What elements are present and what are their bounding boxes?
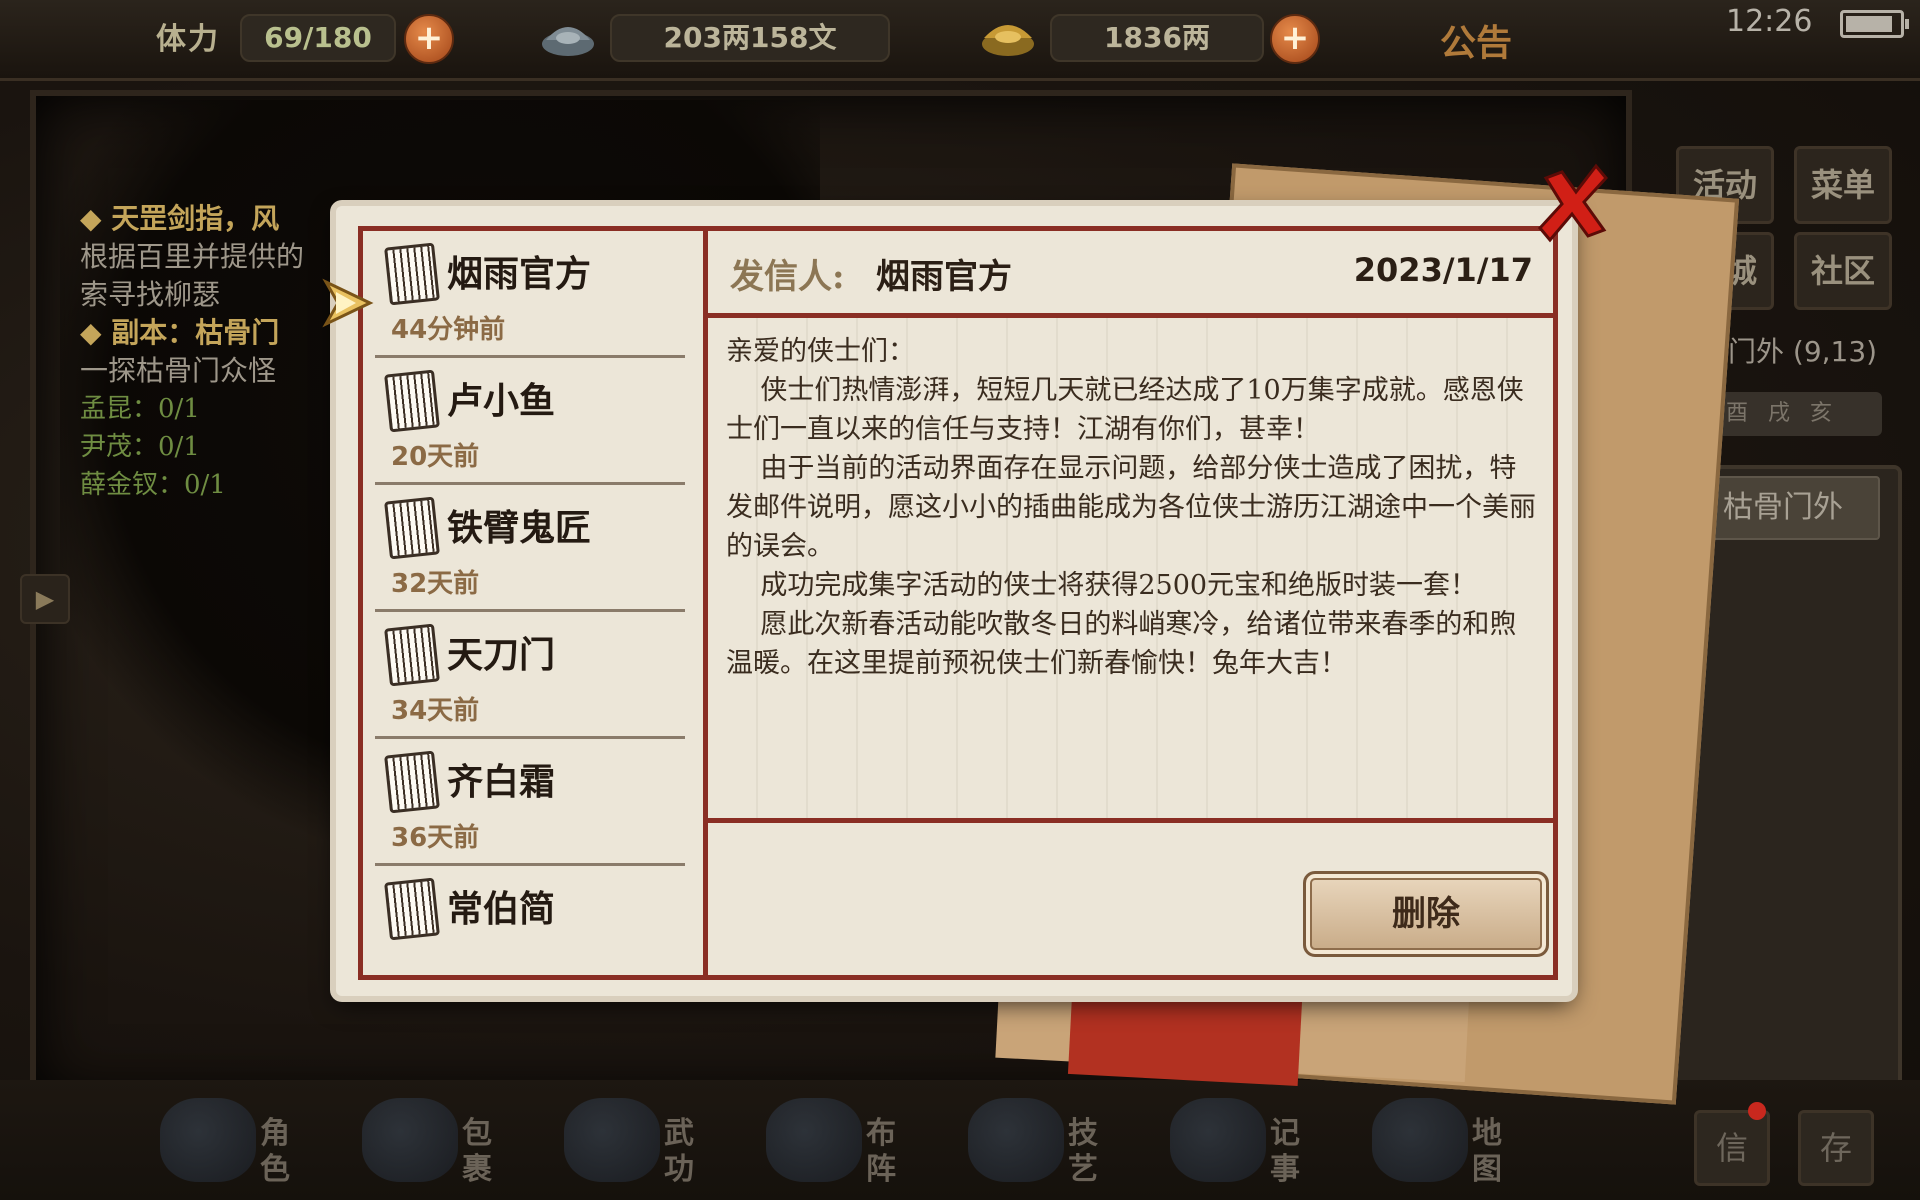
mail-sender: 天刀门	[447, 634, 556, 676]
letter-icon	[384, 623, 440, 687]
mail-sender: 常伯简	[447, 888, 556, 930]
letter-icon	[384, 750, 440, 814]
stamina-label: 体力	[156, 22, 220, 57]
gold-value: 1836两	[1050, 14, 1264, 62]
message-text: 亲爱的侠士们： 侠士们热情澎湃，短短几天就已经达成了10万集字成就。感恩侠士们一…	[726, 336, 1536, 679]
menu-button[interactable]: 菜单	[1794, 146, 1892, 224]
nav-label: 记事	[1270, 1116, 1300, 1187]
nav-label: 包裹	[462, 1116, 492, 1187]
sender-label: 发信人:	[730, 257, 845, 297]
journal-icon	[1170, 1098, 1266, 1182]
bag-icon	[362, 1098, 458, 1182]
nav-label: 布阵	[866, 1116, 896, 1187]
letter-icon	[384, 242, 440, 306]
add-gold-button[interactable]: +	[1270, 14, 1320, 64]
nav-character[interactable]: 角色	[140, 1084, 320, 1194]
notification-dot	[1748, 1102, 1766, 1120]
mail-time: 36天前	[391, 823, 480, 853]
delete-button[interactable]: 删除	[1303, 871, 1549, 957]
mail-time: 34天前	[391, 696, 480, 726]
message-header: 发信人: 烟雨官方 2023/1/17	[708, 231, 1553, 318]
mail-time: 32天前	[391, 569, 480, 599]
expand-panel-arrow-icon[interactable]: ▶	[20, 574, 70, 624]
letter-icon	[384, 877, 440, 941]
selection-arrow-icon	[322, 278, 374, 328]
formation-icon	[766, 1098, 862, 1182]
letter-icon	[384, 369, 440, 433]
message-body[interactable]: 亲爱的侠士们： 侠士们热情澎湃，短短几天就已经达成了10万集字成就。感恩侠士们一…	[708, 318, 1553, 823]
announcement-button[interactable]: 公告	[1440, 14, 1512, 66]
mail-list[interactable]: 烟雨官方 44分钟前 卢小鱼 20天前 铁臂鬼匠 32天前 天刀门 34天前 齐…	[363, 231, 708, 975]
character-icon	[160, 1098, 256, 1182]
mail-dialog: 烟雨官方 44分钟前 卢小鱼 20天前 铁臂鬼匠 32天前 天刀门 34天前 齐…	[336, 206, 1572, 996]
sender-name: 烟雨官方	[876, 257, 1012, 297]
paper-ribbon	[1067, 989, 1303, 1086]
save-button[interactable]: 存	[1798, 1110, 1874, 1186]
quest-line: 薛金钗：0/1	[80, 470, 226, 500]
nav-label: 角色	[260, 1116, 290, 1187]
stamina-value: 69/180	[240, 14, 396, 62]
quest-line: 一探枯骨门众怪	[80, 354, 277, 387]
clock: 12:26	[1726, 4, 1813, 39]
nav-label: 武功	[664, 1116, 694, 1187]
mail-list-item[interactable]: 铁臂鬼匠 32天前	[375, 485, 685, 612]
quest-line: ◆ 天罡剑指，风	[80, 202, 280, 235]
mail-dialog-frame: 烟雨官方 44分钟前 卢小鱼 20天前 铁臂鬼匠 32天前 天刀门 34天前 齐…	[358, 226, 1558, 980]
battery-icon	[1840, 10, 1909, 38]
letter-icon	[384, 496, 440, 560]
gold-ingot-icon	[982, 25, 1034, 56]
quest-line: 尹茂：0/1	[80, 432, 200, 462]
martial-arts-icon	[564, 1098, 660, 1182]
quest-tracker[interactable]: ◆ 天罡剑指，风 根据百里并提供的 索寻找柳瑟 ◆ 副本：枯骨门 一探枯骨门众怪…	[80, 200, 350, 504]
nav-map[interactable]: 地图	[1352, 1084, 1532, 1194]
quest-line: 索寻找柳瑟	[80, 278, 221, 311]
mail-list-item[interactable]: 齐白霜 36天前	[375, 739, 685, 866]
quest-line: 孟昆：0/1	[80, 394, 200, 424]
mail-time: 44分钟前	[391, 315, 506, 345]
nav-journal[interactable]: 记事	[1150, 1084, 1330, 1194]
mail-list-item[interactable]: 常伯简	[375, 866, 685, 975]
silver-value: 203两158文	[610, 14, 890, 62]
community-button[interactable]: 社区	[1794, 232, 1892, 310]
nav-bag[interactable]: 包裹	[342, 1084, 522, 1194]
mail-sender: 铁臂鬼匠	[447, 507, 592, 549]
nav-label: 技艺	[1068, 1116, 1098, 1187]
mail-time: 20天前	[391, 442, 480, 472]
mail-sender: 齐白霜	[447, 761, 556, 803]
quest-line: 根据百里并提供的	[80, 240, 305, 273]
nav-skills[interactable]: 技艺	[948, 1084, 1128, 1194]
map-icon	[1372, 1098, 1468, 1182]
mail-sender: 烟雨官方	[447, 253, 592, 295]
skills-icon	[968, 1098, 1064, 1182]
message-date: 2023/1/17	[1353, 251, 1533, 289]
mail-list-item[interactable]: 烟雨官方 44分钟前	[375, 231, 685, 358]
quest-line: ◆ 副本：枯骨门	[80, 316, 280, 349]
nav-formation[interactable]: 布阵	[746, 1084, 926, 1194]
silver-ingot-icon	[542, 27, 594, 56]
mail-sender: 卢小鱼	[447, 380, 556, 422]
add-stamina-button[interactable]: +	[404, 14, 454, 64]
mail-list-item[interactable]: 卢小鱼 20天前	[375, 358, 685, 485]
nav-label: 地图	[1472, 1116, 1502, 1187]
mail-list-item[interactable]: 天刀门 34天前	[375, 612, 685, 739]
nav-martial-arts[interactable]: 武功	[544, 1084, 724, 1194]
close-icon[interactable]	[1532, 160, 1612, 244]
mail-button[interactable]: 信	[1694, 1110, 1770, 1186]
